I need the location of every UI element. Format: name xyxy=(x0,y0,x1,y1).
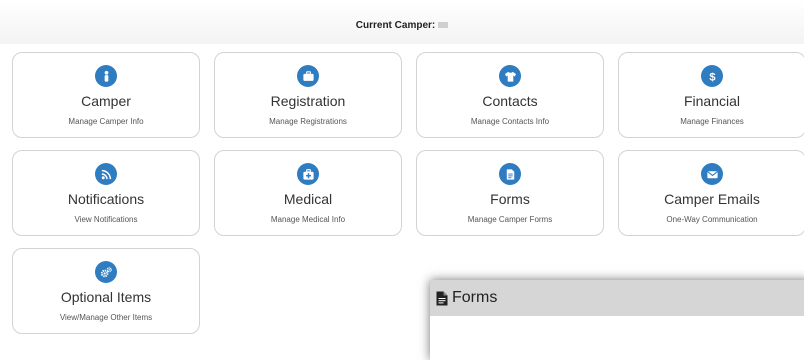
tile-title: Forms xyxy=(490,191,530,207)
tile-subtitle: One-Way Communication xyxy=(666,215,758,224)
dollar-icon: $ xyxy=(701,65,723,87)
tile-optional-items[interactable]: Optional Items View/Manage Other Items xyxy=(12,248,200,334)
modal-header: Forms xyxy=(430,280,804,316)
tile-title: Camper xyxy=(81,93,131,109)
tile-camper[interactable]: Camper Manage Camper Info xyxy=(12,52,200,138)
tile-medical[interactable]: Medical Manage Medical Info xyxy=(214,150,402,236)
shirt-icon xyxy=(499,65,521,87)
tile-title: Optional Items xyxy=(60,289,152,305)
current-camper-label: Current Camper: xyxy=(355,20,436,31)
tile-notifications[interactable]: Notifications View Notifications xyxy=(12,150,200,236)
tile-title: Medical xyxy=(283,191,333,207)
top-bar: Current Camper: xyxy=(0,0,804,44)
tile-title: Registration xyxy=(270,93,346,109)
tile-subtitle: Manage Medical Info xyxy=(270,215,346,224)
tile-title: Financial xyxy=(683,93,741,109)
tile-title: Contacts xyxy=(482,93,538,109)
tile-subtitle: Manage Camper Forms xyxy=(467,215,553,224)
forms-modal: Forms xyxy=(430,280,804,360)
tile-forms[interactable]: Forms Manage Camper Forms xyxy=(416,150,604,236)
briefcase-icon xyxy=(297,65,319,87)
person-icon xyxy=(95,65,117,87)
tile-subtitle: Manage Finances xyxy=(680,117,744,126)
tile-camper-emails[interactable]: Camper Emails One-Way Communication xyxy=(618,150,804,236)
tile-subtitle: Manage Camper Info xyxy=(68,117,144,126)
tile-subtitle: Manage Contacts Info xyxy=(470,117,550,126)
svg-text:$: $ xyxy=(709,71,716,82)
medkit-icon xyxy=(297,163,319,185)
gears-icon xyxy=(95,261,117,283)
tile-financial[interactable]: $ Financial Manage Finances xyxy=(618,52,804,138)
tile-title: Notifications xyxy=(67,191,145,207)
tile-registration[interactable]: Registration Manage Registrations xyxy=(214,52,402,138)
document-icon xyxy=(499,163,521,185)
current-camper: Current Camper: xyxy=(0,20,804,31)
envelope-icon xyxy=(701,163,723,185)
current-camper-value xyxy=(438,22,449,29)
tile-subtitle: Manage Registrations xyxy=(269,117,347,126)
tile-contacts[interactable]: Contacts Manage Contacts Info xyxy=(416,52,604,138)
rss-icon xyxy=(95,163,117,185)
file-icon xyxy=(436,291,448,305)
tile-title: Camper Emails xyxy=(664,191,760,207)
tile-subtitle: View/Manage Other Items xyxy=(59,313,153,322)
tile-subtitle: View Notifications xyxy=(74,215,138,224)
modal-title: Forms xyxy=(452,289,498,306)
